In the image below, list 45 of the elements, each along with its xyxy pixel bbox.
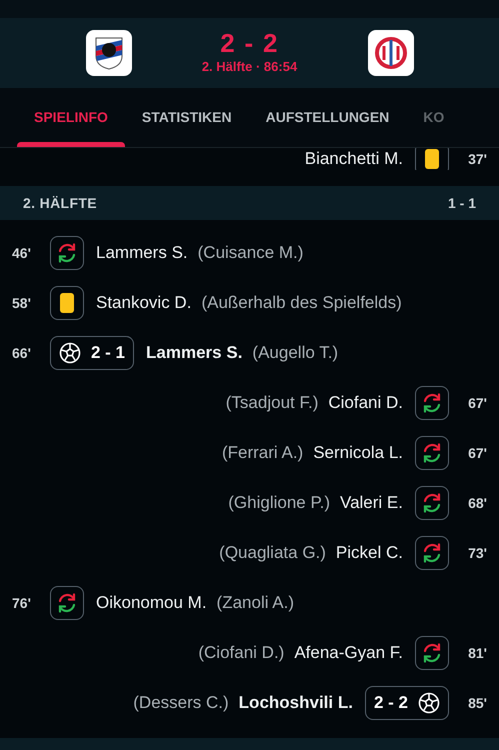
- minute: 46': [12, 244, 32, 262]
- minute: 85': [467, 694, 487, 712]
- minute: 76': [12, 594, 32, 612]
- minute: 68': [467, 494, 487, 512]
- football-icon: [59, 342, 81, 364]
- minute: 81': [467, 644, 487, 662]
- tab[interactable]: AUFSTELLUNGEN: [248, 88, 406, 147]
- event-detail: (Tsadjout F.): [226, 392, 318, 414]
- player-name: Valeri E.: [340, 492, 403, 514]
- player-name: Lammers S.: [146, 342, 242, 364]
- minute: 67': [467, 444, 487, 462]
- minute: 67': [467, 394, 487, 412]
- match-score: 2 - 2: [220, 29, 279, 58]
- player-name: Sernicola L.: [313, 442, 403, 464]
- event-detail: (Quagliata G.): [219, 542, 326, 564]
- event-detail: (Dessers C.): [133, 692, 229, 714]
- event-detail: (Außerhalb des Spielfelds): [201, 292, 402, 314]
- player-name: Oikonomou M.: [96, 592, 207, 614]
- match-status: 2. Hälfte · 86:54: [202, 58, 298, 76]
- minute: 73': [467, 544, 487, 562]
- event-detail: (Ghiglione P.): [228, 492, 330, 514]
- minute: 37': [467, 150, 487, 168]
- player-name: Pickel C.: [336, 542, 403, 564]
- event-detail: (Augello T.): [252, 342, 338, 364]
- section-score: 1 - 1: [448, 194, 476, 212]
- event-detail: (Ciofani D.): [198, 642, 284, 664]
- minute: 58': [12, 294, 32, 312]
- player-name: Lochoshvili L.: [238, 692, 353, 714]
- goal-score: 2 - 1: [91, 342, 126, 364]
- player-name: Lammers S.: [96, 242, 188, 264]
- player-name: Bianchetti M.: [304, 148, 403, 170]
- event-detail: (Ferrari A.): [222, 442, 304, 464]
- player-name: Ciofani D.: [328, 392, 403, 414]
- tab[interactable]: SPIELINFO: [17, 88, 125, 147]
- tab[interactable]: STATISTIKEN: [124, 88, 249, 147]
- player-name: Afena-Gyan F.: [294, 642, 403, 664]
- event-detail: (Zanoli A.): [216, 592, 294, 614]
- event-detail: (Cuisance M.): [198, 242, 304, 264]
- team-logo: [86, 30, 132, 76]
- goal-score: 2 - 2: [374, 692, 408, 714]
- player-name: Stankovic D.: [96, 292, 192, 314]
- football-icon: [418, 692, 440, 714]
- minute: 66': [12, 344, 32, 362]
- team-logo: [368, 30, 414, 76]
- section-title: 2. HÄLFTE: [23, 194, 97, 212]
